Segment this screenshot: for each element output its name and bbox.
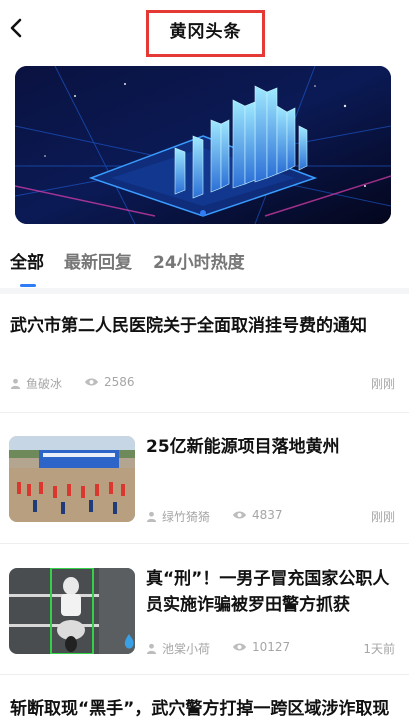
news-item[interactable]: 武穴市第二人民医院关于全面取消挂号费的通知 鱼破冰 2586 刚刚 — [0, 294, 409, 412]
tab-all[interactable]: 全部 — [10, 248, 44, 273]
user-icon — [10, 378, 21, 389]
news-item[interactable]: 25亿新能源项目落地黄州 绿竹猗猗 4837 刚刚 — [0, 413, 409, 543]
views: 10127 — [252, 640, 291, 654]
eye-icon — [84, 378, 99, 386]
post-time: 刚刚 — [370, 377, 395, 391]
carousel-indicator — [15, 210, 391, 216]
author-name: 绿竹猗猗 — [162, 510, 211, 524]
tab-bar: 全部 最新回复 24小时热度 — [0, 240, 409, 292]
banner-carousel[interactable] — [15, 66, 391, 224]
carousel-dot-active[interactable] — [200, 210, 206, 216]
chevron-left-icon — [10, 18, 22, 38]
back-button[interactable] — [4, 12, 28, 44]
post-time: 1天前 — [363, 642, 395, 656]
news-title: 斩断取现“黑手”，武穴警方打掉一跨区域涉诈取现 — [10, 699, 390, 719]
view-count: 4837 — [232, 508, 283, 522]
author-name: 鱼破冰 — [26, 377, 63, 391]
tab-latest-reply[interactable]: 最新回复 — [64, 248, 132, 273]
author: 绿竹猗猗 — [146, 508, 210, 525]
news-title: 真“刑”！一男子冒充国家公职人 员实施诈骗被罗田警方抓获 — [146, 566, 389, 618]
banner-image — [15, 66, 391, 224]
views: 2586 — [104, 375, 135, 389]
tab-24h-hot[interactable]: 24小时热度 — [153, 248, 245, 273]
news-item[interactable]: 斩断取现“黑手”，武穴警方打掉一跨区域涉诈取现 — [0, 675, 409, 721]
page-title: 黄冈头条 — [169, 22, 242, 42]
news-title: 武穴市第二人民医院关于全面取消挂号费的通知 — [10, 316, 367, 336]
author: 池棠小荷 — [146, 640, 210, 657]
views: 4837 — [252, 508, 283, 522]
view-count: 2586 — [84, 375, 135, 389]
page-title-box: 黄冈头条 — [146, 10, 265, 57]
view-count: 10127 — [232, 640, 290, 654]
news-item[interactable]: 真“刑”！一男子冒充国家公职人 员实施诈骗被罗田警方抓获 池棠小荷 10127 … — [0, 544, 409, 674]
news-thumbnail — [9, 568, 135, 654]
post-time: 刚刚 — [370, 510, 395, 524]
top-bar: 黄冈头条 — [0, 0, 409, 58]
news-title-line: 真“刑”！一男子冒充国家公职人 — [146, 569, 390, 589]
news-title: 25亿新能源项目落地黄州 — [146, 437, 340, 457]
eye-icon — [232, 643, 247, 651]
author-name: 池棠小荷 — [162, 642, 211, 656]
eye-icon — [232, 511, 247, 519]
author: 鱼破冰 — [10, 375, 62, 392]
active-tab-indicator — [20, 284, 36, 287]
user-icon — [146, 511, 157, 522]
news-title-line: 员实施诈骗被罗田警方抓获 — [146, 595, 350, 615]
news-thumbnail — [9, 436, 135, 522]
user-icon — [146, 643, 157, 654]
